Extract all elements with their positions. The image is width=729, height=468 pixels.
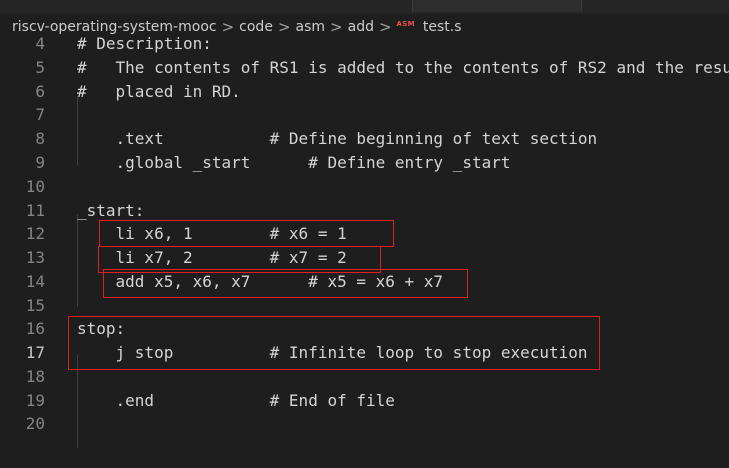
asm-file-icon: ASM [396,20,415,28]
code-line: 20 [0,412,729,436]
code-text: # placed in RD. [77,82,241,101]
line-number-active: 17 [25,343,45,362]
code-line: 5 # The contents of RS1 is added to the … [0,56,729,80]
line-number: 12 [25,224,45,243]
line-number: 7 [35,105,45,124]
line-number: 14 [25,272,45,291]
code-line: 7 [0,103,729,127]
tab-bar [0,0,729,14]
code-text: add x5, x6, x7 # x5 = x6 + x7 [77,272,444,291]
code-editor[interactable]: 4 # Description: 5 # The contents of RS1… [0,32,729,468]
code-line-active: 17 j stop # Infinite loop to stop execut… [0,341,729,365]
code-line: 6 # placed in RD. [0,80,729,104]
code-line: 12 li x6, 1 # x6 = 1 [0,222,729,246]
code-text: li x7, 2 # x7 = 2 [77,248,347,267]
line-number: 16 [25,319,45,338]
line-number: 9 [35,153,45,172]
code-text: .end # End of file [77,391,395,410]
code-text: _start: [77,201,145,220]
code-text: j stop # Infinite loop to stop execution [77,343,588,362]
line-number: 19 [25,391,45,410]
code-text: .text # Define beginning of text section [77,129,598,148]
editor-window: riscv-operating-system-mooc > code > asm… [0,0,729,468]
code-line: 19 .end # End of file [0,389,729,413]
code-line: 9 .global _start # Define entry _start [0,151,729,175]
code-text: stop: [77,319,126,338]
line-number: 18 [25,367,45,386]
line-number: 15 [25,296,45,315]
code-text: li x6, 1 # x6 = 1 [77,224,347,243]
code-line: 16 stop: [0,317,729,341]
line-number: 5 [35,58,45,77]
code-line: 10 [0,175,729,199]
code-line: 4 # Description: [0,32,729,56]
code-text: .global _start # Define entry _start [77,153,511,172]
code-line: 14 add x5, x6, x7 # x5 = x6 + x7 [0,270,729,294]
editor-tab[interactable] [412,0,582,12]
line-number: 4 [35,34,45,53]
line-number: 11 [25,201,45,220]
code-line: 11 _start: [0,199,729,223]
code-text: # Description: [77,34,212,53]
line-number: 20 [25,414,45,433]
code-line: 18 [0,365,729,389]
code-line: 15 [0,294,729,318]
line-number: 8 [35,129,45,148]
line-number: 10 [25,177,45,196]
line-number: 13 [25,248,45,267]
code-text: # The contents of RS1 is added to the co… [77,58,729,77]
code-line: 13 li x7, 2 # x7 = 2 [0,246,729,270]
line-number: 6 [35,82,45,101]
code-line: 8 .text # Define beginning of text secti… [0,127,729,151]
